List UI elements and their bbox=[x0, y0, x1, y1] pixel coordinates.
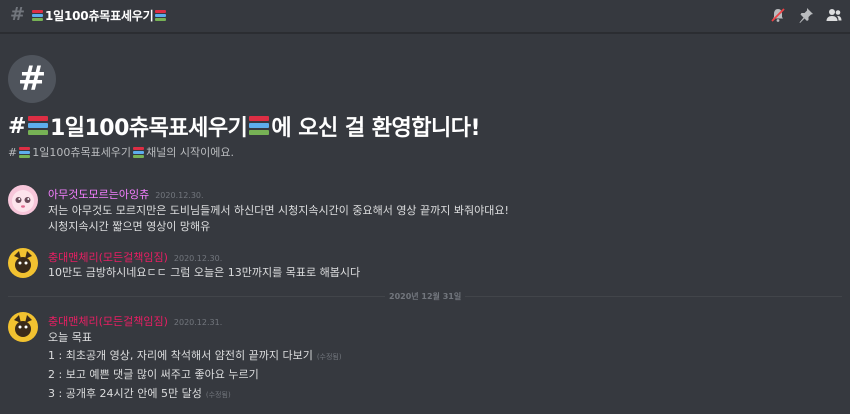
message-text: 저는 아무것도 모르지만은 도비님들께서 하신다면 시청지속시간이 중요해서 영… bbox=[48, 204, 509, 217]
message-timestamp: 2020.12.31. bbox=[173, 318, 223, 327]
welcome-channel-name: 1일100츄목표세우기 bbox=[49, 116, 248, 141]
avatar[interactable] bbox=[8, 248, 38, 278]
welcome-subtitle: # 1일100츄목표세우기 채널의 시작이에요. bbox=[8, 144, 235, 160]
edited-tag: (수정됨) bbox=[316, 353, 342, 361]
message-text: 2 : 보고 예쁜 댓글 많이 써주고 좋아요 누르기 bbox=[48, 368, 259, 381]
message-text: 1 : 최초공개 영상, 자리에 착석해서 얌전히 끝까지 다보기 (수정됨) bbox=[48, 349, 342, 362]
message-text: 3 : 공개후 24시간 안에 5만 달성 (수정됨) bbox=[48, 387, 231, 400]
channel-name: 1일100츄목표세우기 bbox=[45, 9, 154, 23]
message-author[interactable]: 아무것도모르는아잉츄 2020.12.30. bbox=[48, 186, 204, 202]
message-timestamp: 2020.12.30. bbox=[173, 254, 223, 263]
avatar[interactable] bbox=[8, 185, 38, 215]
channel-welcome-hash-icon: # bbox=[8, 55, 56, 103]
avatar[interactable] bbox=[8, 312, 38, 342]
channel-title: 1일100츄목표세우기 bbox=[32, 7, 167, 24]
members-icon[interactable] bbox=[826, 7, 842, 23]
channel-mention[interactable]: 1일100츄목표세우기 bbox=[32, 144, 131, 160]
channel-hash-icon: # bbox=[10, 4, 26, 25]
bell-slash-icon[interactable] bbox=[770, 7, 786, 23]
message-text: 10만도 금방하시네요ㄷㄷ 그럼 오늘은 13만까지를 목표로 해봅시다 bbox=[48, 266, 361, 279]
books-emoji-icon bbox=[32, 10, 43, 21]
books-emoji-icon bbox=[249, 116, 270, 136]
message-text: 오늘 목표 bbox=[48, 331, 92, 344]
books-emoji-icon bbox=[133, 146, 145, 158]
channel-header: # 1일100츄목표세우기 bbox=[0, 0, 850, 33]
welcome-title: # 1일100츄목표세우기 에 오신 걸 환영합니다! bbox=[8, 110, 481, 142]
message-text: 시청지속시간 짧으면 영상이 망해유 bbox=[48, 220, 211, 233]
pin-icon[interactable] bbox=[798, 7, 814, 23]
message-author[interactable]: 충대맨체리(모든걸책임짐) 2020.12.31. bbox=[48, 313, 222, 329]
books-emoji-icon bbox=[27, 116, 48, 136]
date-divider-label: 2020년 12월 31일 bbox=[385, 291, 466, 302]
books-emoji-icon bbox=[155, 10, 167, 21]
books-emoji-icon bbox=[19, 146, 31, 158]
edited-tag: (수정됨) bbox=[205, 391, 231, 399]
message-timestamp: 2020.12.30. bbox=[155, 191, 204, 200]
message-author[interactable]: 충대맨체리(모든걸책임짐) 2020.12.30. bbox=[48, 249, 222, 265]
